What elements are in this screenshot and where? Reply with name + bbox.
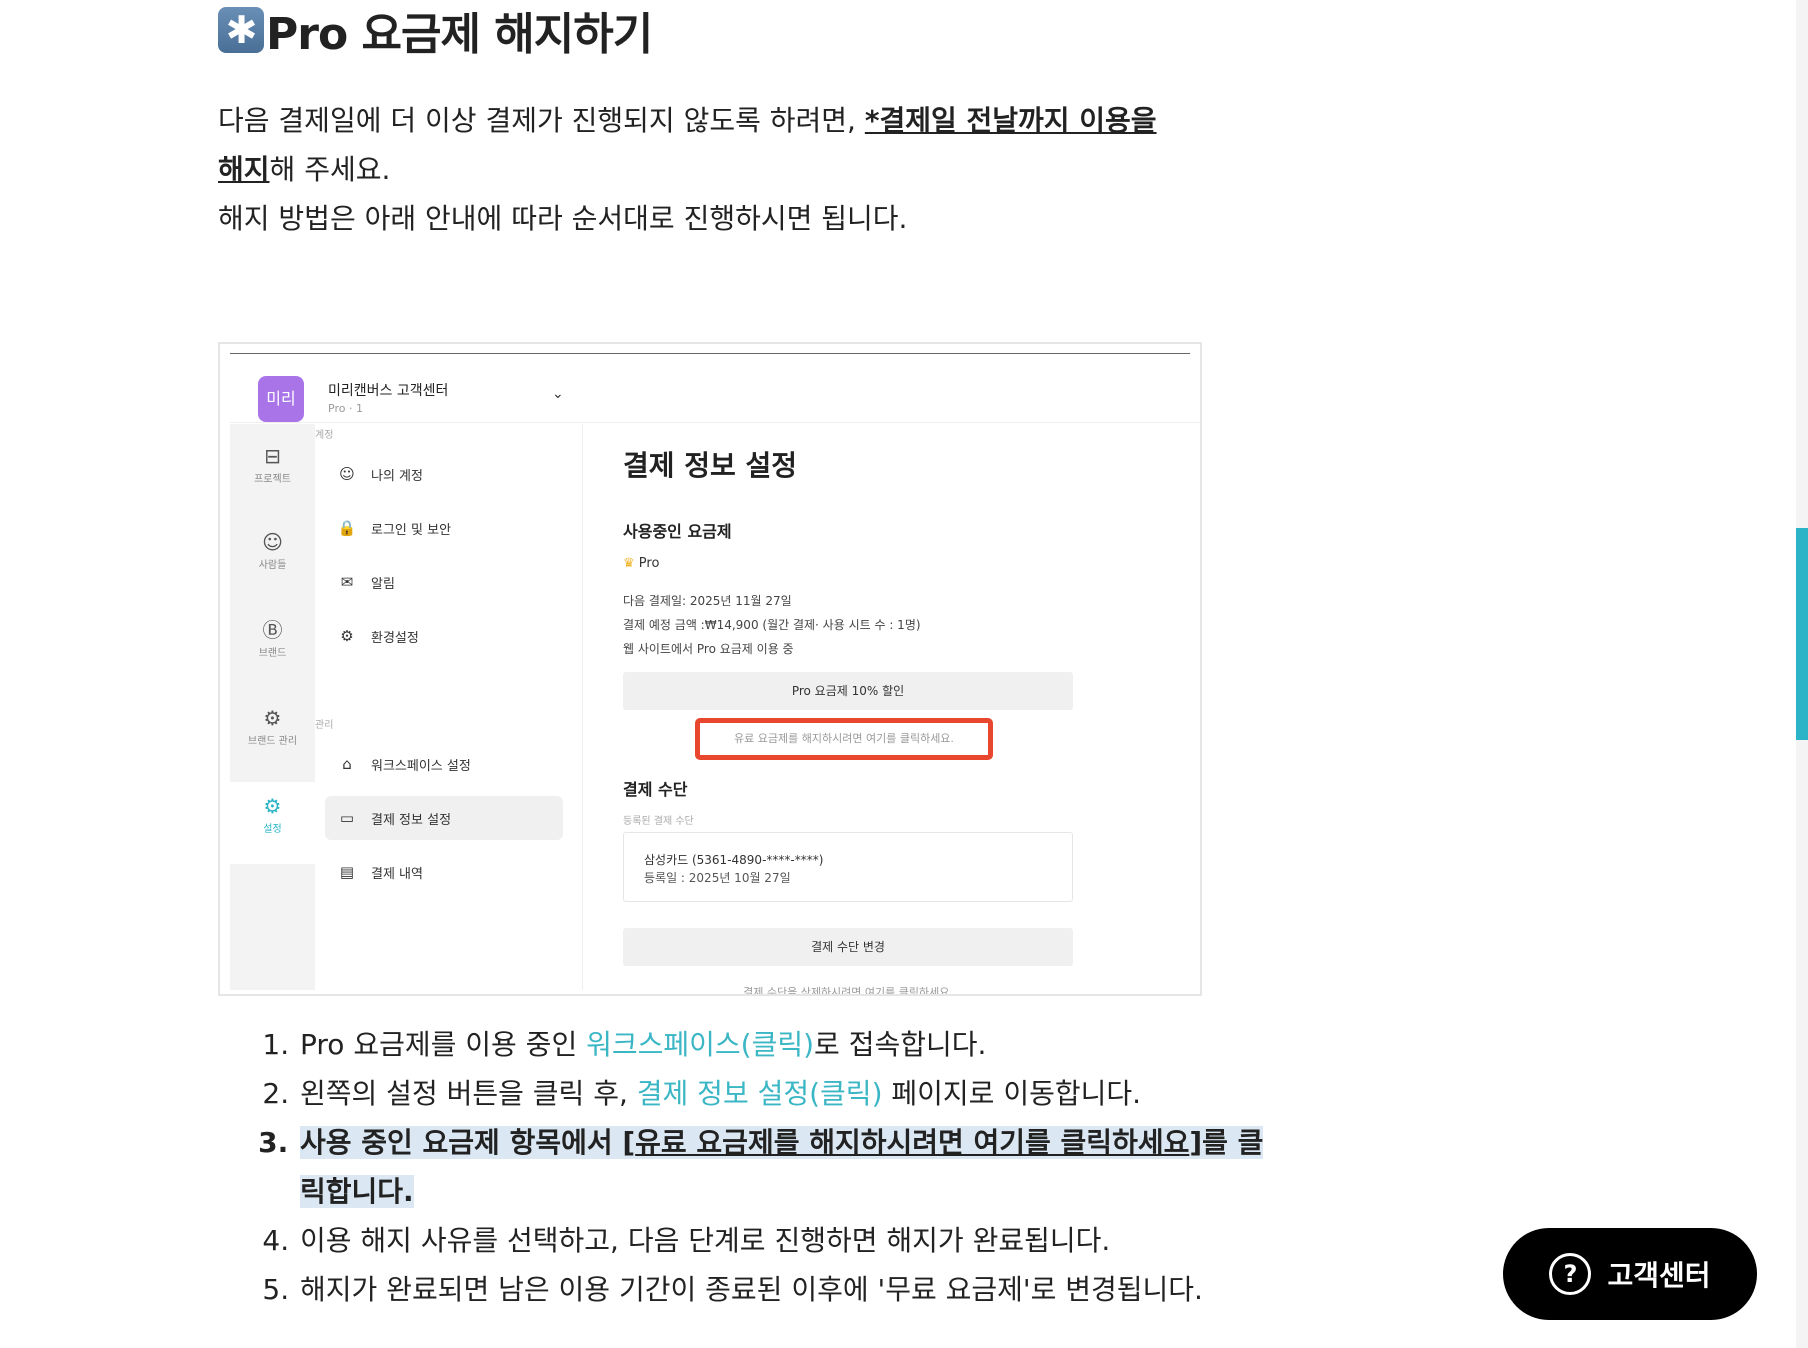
payment-amount: 결제 예정 금액 :₩14,900 (월간 결제· 사용 시트 수 : 1명) bbox=[623, 618, 921, 632]
page-title: ✱ Pro 요금제 해지하기 bbox=[218, 0, 653, 62]
menu-label: 나의 계정 bbox=[371, 468, 423, 484]
step-text: 사용 중인 요금제 항목에서 [ bbox=[300, 1126, 636, 1159]
lock-icon: 🔒 bbox=[337, 519, 357, 537]
menu-label: 환경설정 bbox=[371, 630, 419, 646]
asterisk-icon: ✱ bbox=[218, 7, 264, 53]
intro-text-1: 다음 결제일에 더 이상 결제가 진행되지 않도록 하려면, bbox=[218, 104, 865, 137]
steps-list: Pro 요금제를 이용 중인 워크스페이스(클릭)로 접속합니다. 왼쪽의 설정… bbox=[258, 1020, 1278, 1314]
step-text: 이용 해지 사유를 선택하고, 다음 단계로 진행하면 해지가 완료됩니다. bbox=[300, 1224, 1111, 1257]
plan-name-row: ♛ Pro bbox=[623, 556, 659, 571]
card-box: 삼성카드 (5361-4890-****-****) 등록일 : 2025년 1… bbox=[623, 832, 1073, 902]
card-number: 삼성카드 (5361-4890-****-****) bbox=[644, 853, 824, 867]
step-text: 왼쪽의 설정 버튼을 클릭 후, bbox=[300, 1077, 637, 1110]
archive-icon: ⊟ bbox=[264, 444, 281, 468]
web-note: 웹 사이트에서 Pro 요금제 이용 중 bbox=[623, 642, 794, 656]
billing-title: 결제 정보 설정 bbox=[623, 449, 798, 482]
rail-label: 브랜드 관리 bbox=[247, 736, 298, 747]
settings-menu: 계정 ☺ 나의 계정 🔒 로그인 및 보안 ✉ 알림 ⚙ 환경설정 관리 ⌂ 워… bbox=[315, 424, 583, 990]
rail-label: 설정 bbox=[263, 824, 282, 835]
rail-item-brand-manage: ⚙ 브랜드 관리 bbox=[230, 706, 315, 747]
card-icon: ▭ bbox=[339, 809, 355, 827]
change-payment-button: 결제 수단 변경 bbox=[623, 928, 1073, 966]
divider bbox=[230, 353, 1190, 354]
rail-label: 프로젝트 bbox=[254, 474, 291, 485]
menu-item-billing-history: ▤ 결제 내역 bbox=[325, 850, 563, 894]
menu-item-my-account: ☺ 나의 계정 bbox=[325, 452, 563, 496]
brand-manage-icon: ⚙ bbox=[263, 706, 282, 730]
people-icon: ☺ bbox=[262, 530, 283, 554]
menu-label: 로그인 및 보안 bbox=[371, 522, 452, 538]
step-text: 해지가 완료되면 남은 이용 기간이 종료된 이후에 '무료 요금제'로 변경됩… bbox=[300, 1273, 1203, 1306]
menu-label: 워크스페이스 설정 bbox=[371, 758, 471, 774]
cancel-plan-link: 유료 요금제를 해지하시려면 여기를 클릭하세요. bbox=[695, 718, 993, 760]
document-icon: ▤ bbox=[339, 863, 355, 881]
step-text: 페이지로 이동합니다. bbox=[882, 1077, 1142, 1110]
workspace-sub: Pro · 1 bbox=[328, 402, 363, 415]
menu-label: 결제 내역 bbox=[371, 866, 423, 882]
intro-paragraph: 다음 결제일에 더 이상 결제가 진행되지 않도록 하려면, *결제일 전날까지… bbox=[218, 96, 1218, 243]
rail-label: 사람들 bbox=[258, 560, 287, 571]
list-item: 왼쪽의 설정 버튼을 클릭 후, 결제 정보 설정(클릭) 페이지로 이동합니다… bbox=[298, 1069, 1278, 1118]
customer-center-button[interactable]: ? 고객센터 bbox=[1503, 1228, 1757, 1320]
menu-item-billing-settings: ▭ 결제 정보 설정 bbox=[325, 796, 563, 840]
payment-section-title: 결제 수단 bbox=[623, 780, 688, 799]
billing-settings-link[interactable]: 결제 정보 설정(클릭) bbox=[637, 1077, 883, 1110]
billing-settings-screenshot: 미리 미리캔버스 고객센터 Pro · 1 ⌄ ⊟ 프로젝트 ☺ 사람들 Ⓑ 브… bbox=[218, 342, 1202, 996]
workspace-logo: 미리 bbox=[258, 376, 304, 422]
left-rail: ⊟ 프로젝트 ☺ 사람들 Ⓑ 브랜드 ⚙ 브랜드 관리 ⚙ 설정 bbox=[230, 424, 315, 990]
discount-button: Pro 요금제 10% 할인 bbox=[623, 672, 1073, 710]
step-underlined: 유료 요금제를 해지하시려면 여기를 클릭하세요 bbox=[635, 1126, 1190, 1159]
registered-method-label: 등록된 결제 수단 bbox=[623, 816, 694, 827]
menu-item-workspace-settings: ⌂ 워크스페이스 설정 bbox=[325, 742, 563, 786]
divider bbox=[230, 422, 1200, 423]
section-manage: 관리 bbox=[315, 720, 334, 731]
list-item: 이용 해지 사유를 선택하고, 다음 단계로 진행하면 해지가 완료됩니다. bbox=[298, 1216, 1278, 1265]
building-icon: ⌂ bbox=[342, 755, 352, 773]
intro-text-3: 해지 방법은 아래 안내에 따라 순서대로 진행하시면 됩니다. bbox=[218, 202, 908, 235]
menu-item-notifications: ✉ 알림 bbox=[325, 560, 563, 604]
rail-item-project: ⊟ 프로젝트 bbox=[230, 444, 315, 485]
mail-icon: ✉ bbox=[340, 573, 354, 591]
workspace-name: 미리캔버스 고객센터 bbox=[328, 383, 449, 399]
section-account: 계정 bbox=[315, 430, 334, 441]
list-item: Pro 요금제를 이용 중인 워크스페이스(클릭)로 접속합니다. bbox=[298, 1020, 1278, 1069]
step-text: Pro 요금제를 이용 중인 bbox=[300, 1028, 587, 1061]
rail-item-brand: Ⓑ 브랜드 bbox=[230, 618, 315, 659]
menu-item-login-security: 🔒 로그인 및 보안 bbox=[325, 506, 563, 550]
gear-icon: ⚙ bbox=[340, 627, 354, 645]
intro-bold-2: 해지 bbox=[218, 153, 270, 186]
rail-item-people: ☺ 사람들 bbox=[230, 530, 315, 571]
title-text: Pro 요금제 해지하기 bbox=[266, 9, 653, 60]
delete-method-link: 결제 수단을 삭제하시려면 여기를 클릭하세요. bbox=[743, 986, 953, 996]
plan-name: Pro bbox=[638, 556, 660, 571]
rail-label: 브랜드 bbox=[258, 648, 287, 659]
brand-icon: Ⓑ bbox=[262, 618, 283, 642]
highlighted-step: 사용 중인 요금제 항목에서 [유료 요금제를 해지하시려면 여기를 클릭하세요… bbox=[300, 1126, 1264, 1208]
chevron-down-icon: ⌄ bbox=[552, 386, 564, 402]
user-icon: ☺ bbox=[339, 465, 355, 483]
list-item: 해지가 완료되면 남은 이용 기간이 종료된 이후에 '무료 요금제'로 변경됩… bbox=[298, 1265, 1278, 1314]
question-icon: ? bbox=[1549, 1253, 1592, 1295]
intro-text-2: 해 주세요. bbox=[269, 153, 391, 186]
step-text: 로 접속합니다. bbox=[814, 1028, 987, 1061]
card-date: 등록일 : 2025년 10월 27일 bbox=[644, 871, 791, 885]
intro-bold-1: *결제일 전날까지 이용을 bbox=[864, 104, 1157, 137]
menu-item-preferences: ⚙ 환경설정 bbox=[325, 614, 563, 658]
customer-center-label: 고객센터 bbox=[1607, 1259, 1711, 1292]
billing-main: 결제 정보 설정 사용중인 요금제 ♛ Pro 다음 결제일: 2025년 11… bbox=[583, 424, 1193, 994]
plan-section-title: 사용중인 요금제 bbox=[623, 522, 732, 541]
menu-label: 알림 bbox=[371, 576, 395, 592]
list-item: 사용 중인 요금제 항목에서 [유료 요금제를 해지하시려면 여기를 클릭하세요… bbox=[298, 1118, 1278, 1216]
crown-icon: ♛ bbox=[623, 556, 635, 571]
rail-item-settings: ⚙ 설정 bbox=[230, 782, 315, 864]
workspace-link[interactable]: 워크스페이스(클릭) bbox=[586, 1028, 814, 1061]
menu-label: 결제 정보 설정 bbox=[371, 812, 452, 828]
settings-icon: ⚙ bbox=[263, 794, 282, 818]
scrollbar-thumb[interactable] bbox=[1796, 528, 1808, 740]
next-payment-date: 다음 결제일: 2025년 11월 27일 bbox=[623, 594, 792, 608]
